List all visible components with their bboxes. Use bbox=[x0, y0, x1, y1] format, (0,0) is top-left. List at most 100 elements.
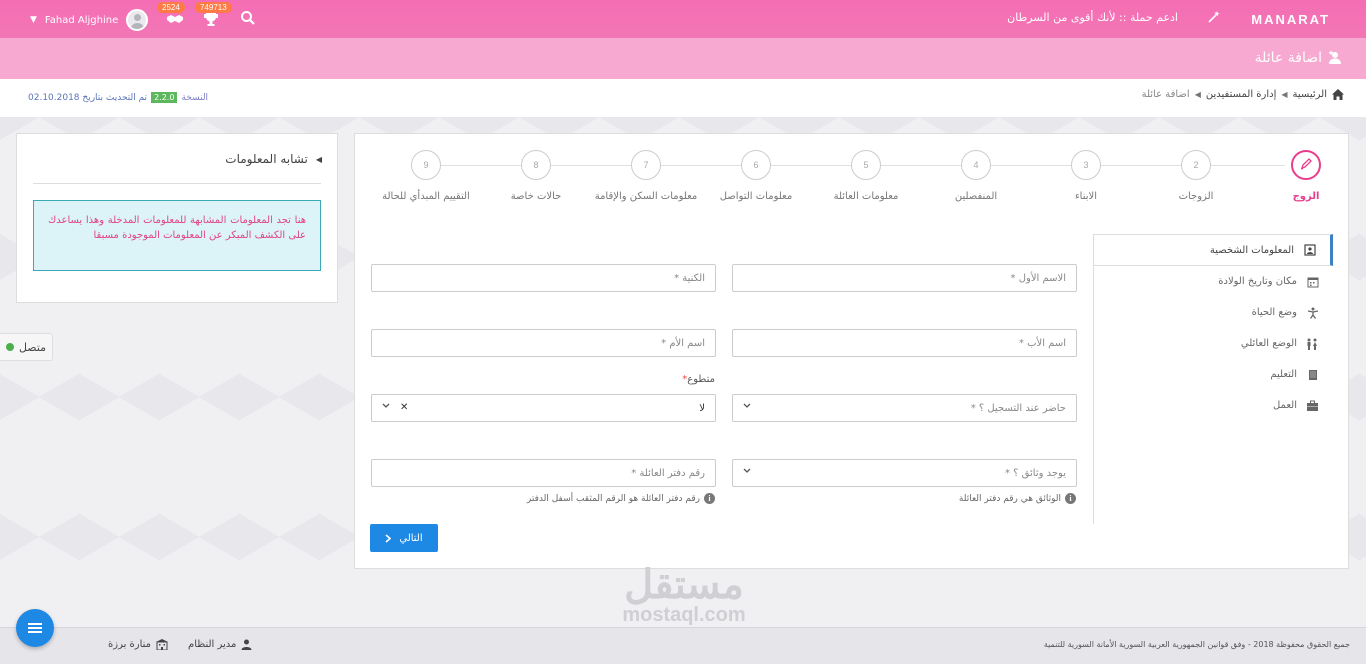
person-icon bbox=[1305, 307, 1319, 319]
caret-left-icon: ◀ bbox=[315, 154, 322, 164]
version-label: النسخة bbox=[181, 92, 209, 103]
present-at-registration-select[interactable]: حاضر عند التسجيل ؟ * bbox=[732, 394, 1077, 422]
similarity-panel-title: تشابه المعلومات bbox=[225, 152, 308, 166]
step-number: 5 bbox=[851, 150, 881, 180]
user-icon bbox=[241, 639, 252, 650]
top-navbar: MANARAT ادعم حملة :: لأنك أقوى من السرطا… bbox=[0, 0, 1366, 38]
select-placeholder: حاضر عند التسجيل ؟ * bbox=[970, 402, 1066, 414]
floating-menu-button[interactable] bbox=[16, 609, 54, 647]
similarity-panel-header[interactable]: ◀ تشابه المعلومات bbox=[225, 152, 322, 166]
watermark-arabic: مستقل bbox=[624, 563, 744, 607]
couple-icon bbox=[1305, 338, 1319, 350]
family-book-number-input[interactable]: رقم دفتر العائلة * bbox=[371, 459, 716, 487]
avatar bbox=[126, 9, 149, 31]
breadcrumb-home[interactable]: الرئيسية bbox=[1293, 89, 1327, 100]
select-placeholder: يوجد وثائق ؟ * bbox=[1004, 467, 1066, 479]
mother-name-input[interactable]: اسم الأم * bbox=[371, 329, 716, 357]
footer-place: منارة برزة bbox=[108, 639, 169, 650]
volunteer-select[interactable]: لا ✕ bbox=[371, 394, 716, 422]
menu-life-status[interactable]: وضع الحياة bbox=[1094, 297, 1333, 328]
info-icon: i bbox=[704, 493, 715, 504]
documents-help: i الوثائق هي رقم دفتر العائلة bbox=[959, 493, 1076, 504]
step-wives[interactable]: 2 الزوجات bbox=[1141, 150, 1251, 204]
menu-icon bbox=[28, 622, 42, 634]
magic-wand-icon bbox=[1207, 10, 1221, 24]
status-dot bbox=[5, 343, 14, 351]
breadcrumb: الرئيسية ◀ إدارة المستفيدين ◀ اضافة عائل… bbox=[1142, 89, 1344, 100]
step-husband[interactable]: الزوج bbox=[1251, 150, 1361, 204]
step-label: معلومات العائلة bbox=[833, 191, 899, 202]
version-number: 2.2.0 bbox=[151, 92, 178, 103]
step-label: حالات خاصة bbox=[510, 191, 562, 202]
footer-admin-text: مدير النظام bbox=[188, 639, 237, 650]
page-title: اضافة عائلة bbox=[1255, 50, 1342, 66]
documents-help-text: الوثائق هي رقم دفتر العائلة bbox=[958, 493, 1061, 504]
add-family-icon bbox=[1328, 51, 1342, 65]
user-name: Fahad Aljghine bbox=[44, 14, 119, 26]
search-icon[interactable] bbox=[240, 10, 256, 26]
online-status[interactable]: متصل bbox=[0, 333, 53, 361]
form-section-menu: المعلومات الشخصية مكان وتاريخ الولادة وض… bbox=[1093, 234, 1333, 524]
menu-label: الوضع العائلي bbox=[1240, 338, 1297, 349]
step-number: 3 bbox=[1071, 150, 1101, 180]
book-icon bbox=[1305, 369, 1319, 381]
next-button[interactable]: التالي bbox=[370, 524, 438, 552]
step-number: 9 bbox=[411, 150, 441, 180]
version-info: النسخة 2.2.0 تم التحديث بتاريخ 02.10.201… bbox=[28, 92, 208, 103]
footer-admin: مدير النظام bbox=[188, 639, 252, 650]
id-card-icon bbox=[1302, 244, 1316, 256]
wizard-panel: الزوج 2 الزوجات 3 الابناء 4 المنفصلين 5 … bbox=[354, 133, 1349, 569]
step-initial-assessment[interactable]: 9 التقييم المبدأي للحالة bbox=[371, 150, 481, 204]
chevron-down-icon: ▼ bbox=[30, 15, 37, 25]
menu-birth-info[interactable]: مكان وتاريخ الولادة bbox=[1094, 266, 1333, 297]
divider bbox=[33, 183, 321, 184]
version-updated: تم التحديث بتاريخ 02.10.2018 bbox=[28, 92, 148, 103]
menu-personal-info[interactable]: المعلومات الشخصية bbox=[1094, 234, 1333, 266]
home-icon[interactable] bbox=[1332, 89, 1344, 100]
father-name-input[interactable]: اسم الأب * bbox=[732, 329, 1077, 357]
step-contact-info[interactable]: 6 معلومات التواصل bbox=[701, 150, 811, 204]
trophy-icon[interactable] bbox=[203, 12, 219, 26]
user-menu[interactable]: ▼ Fahad Aljghine bbox=[30, 9, 149, 31]
menu-marital-status[interactable]: الوضع العائلي bbox=[1094, 328, 1333, 359]
campaign-link[interactable]: ادعم حملة :: لأنك أقوى من السرطان bbox=[1007, 11, 1178, 24]
step-housing-info[interactable]: 7 معلومات السكن والإقامة bbox=[591, 150, 701, 204]
step-label: المنفصلين bbox=[954, 191, 998, 202]
clear-icon[interactable]: ✕ bbox=[400, 402, 408, 413]
notifications-badge: 2524 bbox=[157, 2, 185, 13]
page-header-bar: اضافة عائلة bbox=[0, 38, 1366, 79]
step-separated[interactable]: 4 المنفصلين bbox=[921, 150, 1031, 204]
step-number: 7 bbox=[631, 150, 661, 180]
menu-label: المعلومات الشخصية bbox=[1209, 244, 1294, 256]
app-logo[interactable]: MANARAT bbox=[1251, 12, 1330, 27]
step-number: 8 bbox=[521, 150, 551, 180]
menu-education[interactable]: التعليم bbox=[1094, 359, 1333, 390]
step-family-info[interactable]: 5 معلومات العائلة bbox=[811, 150, 921, 204]
step-label: التقييم المبدأي للحالة bbox=[382, 191, 470, 202]
chevron-right-icon bbox=[385, 533, 392, 543]
volunteer-label-text: متطوع bbox=[687, 374, 715, 385]
menu-label: العمل bbox=[1272, 400, 1297, 411]
step-children[interactable]: 3 الابناء bbox=[1031, 150, 1141, 204]
building-icon bbox=[156, 639, 169, 650]
step-number: 6 bbox=[741, 150, 771, 180]
next-button-label: التالي bbox=[399, 532, 423, 544]
footer-place-text: منارة برزة bbox=[108, 639, 152, 650]
first-name-input[interactable]: الاسم الأول * bbox=[732, 264, 1077, 292]
menu-work[interactable]: العمل bbox=[1094, 390, 1333, 421]
menu-label: وضع الحياة bbox=[1251, 307, 1297, 318]
breadcrumb-section[interactable]: إدارة المستفيدين bbox=[1206, 89, 1277, 100]
step-label: الابناء bbox=[1074, 191, 1098, 202]
documents-select[interactable]: يوجد وثائق ؟ * bbox=[732, 459, 1077, 487]
step-label: معلومات السكن والإقامة bbox=[594, 191, 698, 202]
step-number: 2 bbox=[1181, 150, 1211, 180]
handshake-icon[interactable] bbox=[166, 12, 184, 26]
menu-label: مكان وتاريخ الولادة bbox=[1218, 276, 1297, 287]
surname-input[interactable]: الكنية * bbox=[371, 264, 716, 292]
step-label: الزوجات bbox=[1178, 191, 1214, 202]
pencil-icon bbox=[1291, 150, 1321, 180]
chevron-down-icon bbox=[743, 468, 751, 474]
step-special-cases[interactable]: 8 حالات خاصة bbox=[481, 150, 591, 204]
briefcase-icon bbox=[1305, 400, 1319, 412]
watermark: مستقل mostaql.com bbox=[598, 565, 770, 625]
